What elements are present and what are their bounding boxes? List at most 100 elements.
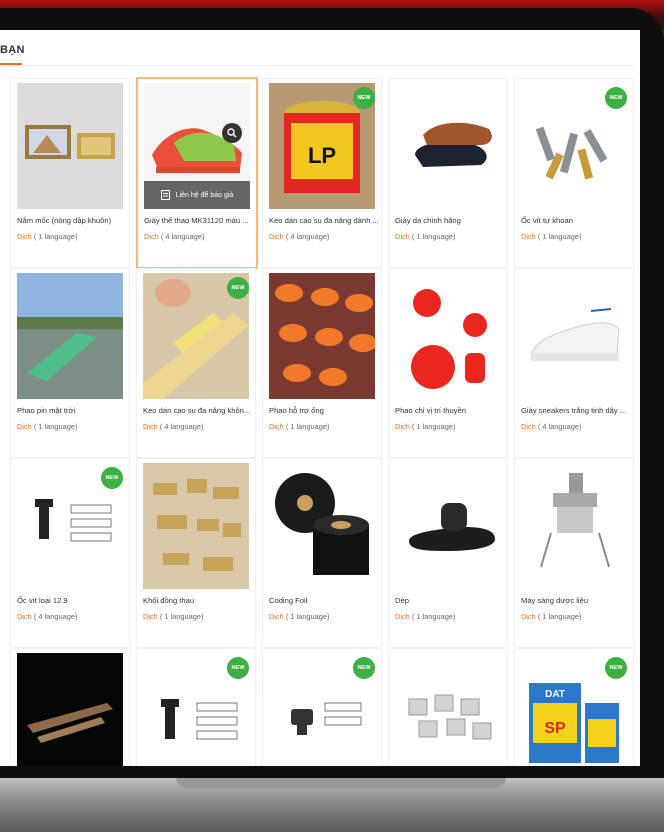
product-meta: Dịch ( 1 language) <box>521 612 581 621</box>
translate-link[interactable]: Dịch <box>521 612 536 621</box>
language-count: ( 1 language) <box>33 422 78 431</box>
product-name[interactable]: Ốc vít loại 12.9 <box>17 596 127 605</box>
product-name[interactable]: Giày sneakers trắng tinh dây ... <box>521 406 631 415</box>
language-count: ( 1 language) <box>537 232 582 241</box>
new-badge: NEW <box>101 467 123 489</box>
product-name[interactable]: Giày thể thao MK31120 màu ... <box>144 216 254 225</box>
new-badge: NEW <box>605 87 627 109</box>
laptop-notch <box>176 778 506 788</box>
product-image[interactable] <box>17 653 123 766</box>
new-badge: NEW <box>227 657 249 679</box>
translate-link[interactable]: Dịch <box>269 612 284 621</box>
new-badge: NEW <box>605 657 627 679</box>
language-count: ( 4 language) <box>285 232 330 241</box>
translate-link[interactable]: Dịch <box>143 422 158 431</box>
product-meta: Dịch ( 1 language) <box>17 232 77 241</box>
product-card[interactable]: NEW <box>262 648 382 766</box>
product-card[interactable]: Máy sàng dược liệu Dịch ( 1 language) <box>514 458 634 648</box>
product-image[interactable] <box>395 463 501 589</box>
product-card[interactable]: Giày da chính hãng Dịch ( 1 language) <box>388 78 508 268</box>
product-meta: Dịch ( 1 language) <box>395 612 455 621</box>
translate-link[interactable]: Dịch <box>144 232 159 241</box>
translate-link[interactable]: Dịch <box>395 612 410 621</box>
translate-link[interactable]: Dịch <box>269 422 284 431</box>
language-count: ( 4 language) <box>160 232 205 241</box>
svg-text:SP: SP <box>544 720 566 737</box>
translate-link[interactable]: Dịch <box>395 232 410 241</box>
product-image[interactable] <box>17 273 123 399</box>
product-image[interactable] <box>521 273 627 399</box>
svg-text:DAT: DAT <box>545 689 565 700</box>
product-card[interactable]: Giày sneakers trắng tinh dây ... Dịch ( … <box>514 268 634 458</box>
product-name[interactable]: Phao pin mặt trời <box>17 406 127 415</box>
product-name[interactable]: Giày da chính hãng <box>395 216 505 225</box>
new-badge: NEW <box>227 277 249 299</box>
translate-link[interactable]: Dịch <box>17 612 32 621</box>
product-name[interactable]: Khối đồng thau <box>143 596 253 605</box>
product-name[interactable]: Dép <box>395 596 505 605</box>
language-count: ( 1 language) <box>411 612 456 621</box>
product-meta: Dịch ( 1 language) <box>521 232 581 241</box>
language-count: ( 1 language) <box>537 612 582 621</box>
product-image[interactable]: Liên hệ để báo giá <box>144 83 250 209</box>
language-count: ( 4 language) <box>33 612 78 621</box>
product-image[interactable] <box>269 463 375 589</box>
product-meta: Dịch ( 1 language) <box>269 422 329 431</box>
product-image[interactable] <box>269 273 375 399</box>
product-image[interactable] <box>395 653 501 766</box>
product-card[interactable]: SP DAT NEW <box>514 648 634 766</box>
product-meta: Dịch ( 4 language) <box>143 422 203 431</box>
screen: BẠN Nắm mốc (nóng dập khuôn) Dịch ( 1 la… <box>0 30 640 766</box>
new-badge: NEW <box>353 87 375 109</box>
title-divider <box>0 65 636 66</box>
translate-link[interactable]: Dịch <box>521 232 536 241</box>
translate-link[interactable]: Dịch <box>17 422 32 431</box>
product-name[interactable]: Coding Foil <box>269 596 379 605</box>
product-name[interactable]: Nắm mốc (nóng dập khuôn) <box>17 216 127 225</box>
product-image[interactable] <box>521 463 627 589</box>
product-name[interactable]: Keo dán cao su đa năng khôn... <box>143 406 253 415</box>
product-card[interactable] <box>10 648 130 766</box>
translate-link[interactable]: Dịch <box>17 232 32 241</box>
language-count: ( 1 language) <box>285 612 330 621</box>
product-name[interactable]: Máy sàng dược liệu <box>521 596 631 605</box>
translate-link[interactable]: Dịch <box>143 612 158 621</box>
language-count: ( 1 language) <box>411 422 456 431</box>
product-card-hovered[interactable]: Liên hệ để báo giá Giày thể thao MK31120… <box>136 77 258 269</box>
svg-text:LP: LP <box>308 143 336 168</box>
zoom-icon[interactable] <box>222 123 242 143</box>
product-meta: Dịch ( 1 language) <box>269 612 329 621</box>
product-meta: Dịch ( 4 language) <box>17 612 77 621</box>
product-card[interactable]: Phao chỉ vị trí thuyền Dịch ( 1 language… <box>388 268 508 458</box>
product-image[interactable] <box>143 463 249 589</box>
product-card[interactable]: LP NEW Keo dán cao su đa năng dành ... D… <box>262 78 382 268</box>
product-meta: Dịch ( 4 language) <box>521 422 581 431</box>
product-card[interactable]: Coding Foil Dịch ( 1 language) <box>262 458 382 648</box>
product-card[interactable]: NEW <box>136 648 256 766</box>
product-card[interactable]: Phao hỗ trợ ống Dịch ( 1 language) <box>262 268 382 458</box>
product-name[interactable]: Phao chỉ vị trí thuyền <box>395 406 505 415</box>
language-count: ( 1 language) <box>411 232 456 241</box>
product-card[interactable]: Khối đồng thau Dịch ( 1 language) <box>136 458 256 648</box>
product-card[interactable]: NEW Ốc vít loại 12.9 Dịch ( 4 language) <box>10 458 130 648</box>
contact-label: Liên hệ để báo giá <box>175 191 234 199</box>
product-card[interactable]: Dép Dịch ( 1 language) <box>388 458 508 648</box>
product-card[interactable]: Nắm mốc (nóng dập khuôn) Dịch ( 1 langua… <box>10 78 130 268</box>
product-card[interactable] <box>388 648 508 766</box>
section-title: BẠN <box>0 44 25 56</box>
product-card[interactable]: NEW Ốc vít tự khoan Dịch ( 1 language) <box>514 78 634 268</box>
product-image[interactable] <box>17 83 123 209</box>
translate-link[interactable]: Dịch <box>521 422 536 431</box>
product-card[interactable]: Phao pin mặt trời Dịch ( 1 language) <box>10 268 130 458</box>
product-image[interactable] <box>395 83 501 209</box>
translate-link[interactable]: Dịch <box>395 422 410 431</box>
product-name[interactable]: Ốc vít tự khoan <box>521 216 631 225</box>
laptop-base <box>0 778 664 832</box>
product-image[interactable] <box>395 273 501 399</box>
product-card[interactable]: NEW Keo dán cao su đa năng khôn... Dịch … <box>136 268 256 458</box>
translate-link[interactable]: Dịch <box>269 232 284 241</box>
product-name[interactable]: Phao hỗ trợ ống <box>269 406 379 415</box>
product-meta: Dịch ( 1 language) <box>395 232 455 241</box>
product-name[interactable]: Keo dán cao su đa năng dành ... <box>269 216 379 225</box>
contact-for-quote-button[interactable]: Liên hệ để báo giá <box>144 181 250 209</box>
